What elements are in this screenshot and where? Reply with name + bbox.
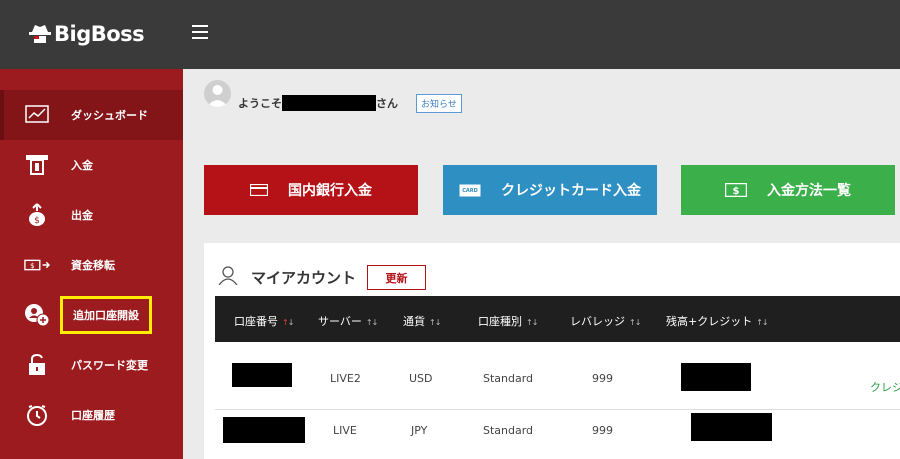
deposit-methods-label: 入金方法一覧 <box>767 183 851 199</box>
sort-icon: ↑↓ <box>526 318 538 327</box>
sidebar-item-deposit[interactable]: 入金 <box>0 140 183 190</box>
welcome-prefix: ようこそ <box>238 97 282 110</box>
cell-leverage: 999 <box>592 372 613 385</box>
avatar <box>204 80 231 107</box>
credit-card-icon: CARD <box>459 184 481 197</box>
column-header-currency[interactable]: 通貨 ↑↓ <box>403 313 441 329</box>
bank-card-icon <box>250 184 268 196</box>
sort-icon: ↑↓ <box>756 318 768 327</box>
sidebar-item-add-account[interactable]: 追加口座開設 <box>0 290 183 340</box>
cell-currency: USD <box>409 372 433 385</box>
sidebar-item-label: 追加口座開設 <box>60 296 152 334</box>
svg-text:$: $ <box>34 216 40 226</box>
logo-text: BigBoss <box>54 22 145 46</box>
sidebar-item-password[interactable]: パスワード変更 <box>0 340 183 390</box>
column-header-balance-credit[interactable]: 残高+クレジット ↑↓ <box>666 313 769 329</box>
add-user-icon <box>24 303 50 327</box>
clock-history-icon <box>24 403 50 427</box>
sidebar-item-history[interactable]: 口座履歴 <box>0 390 183 440</box>
column-header-account-number[interactable]: 口座番号 ↑↓ <box>234 313 294 329</box>
sidebar-item-label: パスワード変更 <box>71 359 148 372</box>
welcome-suffix: さん <box>376 97 398 110</box>
sidebar-item-label: 口座履歴 <box>71 409 115 422</box>
sidebar-item-label: 出金 <box>71 209 93 222</box>
column-header-account-type[interactable]: 口座種別 ↑↓ <box>478 313 538 329</box>
user-outline-icon <box>218 265 238 289</box>
svg-text:CARD: CARD <box>462 188 478 194</box>
sidebar-item-label: ダッシュボード <box>71 109 148 122</box>
redacted-balance <box>681 363 751 391</box>
chart-monitor-icon <box>24 103 50 127</box>
bank-deposit-label: 国内銀行入金 <box>288 183 372 199</box>
column-header-server[interactable]: サーバー ↑↓ <box>318 313 378 329</box>
sidebar: ダッシュボード 入金 $ 出金 $ 資金移転 追加口座開設 パスワード変更 口座 <box>0 69 183 459</box>
redacted-account-number <box>232 363 292 387</box>
unlock-icon <box>24 353 50 377</box>
logo[interactable]: BigBoss <box>28 18 145 50</box>
redacted-username <box>282 95 376 111</box>
sidebar-item-dashboard[interactable]: ダッシュボード <box>0 90 183 140</box>
notice-button[interactable]: お知らせ <box>416 94 462 113</box>
column-header-leverage[interactable]: レバレッジ ↑↓ <box>570 313 641 329</box>
top-bar: BigBoss <box>0 0 900 69</box>
cell-server: LIVE <box>333 424 357 437</box>
deposit-methods-button[interactable]: $ 入金方法一覧 <box>681 165 895 215</box>
bank-deposit-button[interactable]: 国内銀行入金 <box>204 165 418 215</box>
sidebar-item-label: 資金移転 <box>71 259 115 272</box>
credit-card-deposit-label: クレジットカード入金 <box>501 183 641 199</box>
cell-account-type: Standard <box>483 372 534 385</box>
cell-server: LIVE2 <box>330 372 361 385</box>
hat-logo-icon <box>29 25 51 43</box>
accounts-table-header: 口座番号 ↑↓ サーバー ↑↓ 通貨 ↑↓ 口座種別 ↑↓ レバレッジ ↑↓ 残高+クレジ… <box>215 296 900 342</box>
sidebar-item-label: 入金 <box>71 159 93 172</box>
my-account-title: マイアカウント <box>251 269 357 287</box>
redacted-account-number <box>223 417 305 443</box>
cash-icon: $ <box>725 183 747 197</box>
sidebar-item-transfer[interactable]: $ 資金移転 <box>0 240 183 290</box>
my-account-panel: マイアカウント 更新 口座番号 ↑↓ サーバー ↑↓ 通貨 ↑↓ 口座種別 ↑↓ レバレ… <box>204 243 900 459</box>
sort-icon: ↑↓ <box>429 318 441 327</box>
credit-link[interactable]: クレジ <box>870 379 900 395</box>
cell-leverage: 999 <box>592 424 613 437</box>
money-transfer-icon: $ <box>24 253 50 277</box>
money-bag-withdraw-icon: $ <box>24 203 50 227</box>
table-row[interactable]: LIVE JPY Standard 999 <box>215 411 900 459</box>
welcome-message: ようこそ さん <box>238 95 398 111</box>
cell-account-type: Standard <box>483 424 534 437</box>
refresh-button[interactable]: 更新 <box>367 265 426 290</box>
redacted-balance <box>691 413 772 441</box>
atm-deposit-icon <box>24 153 50 177</box>
credit-card-deposit-button[interactable]: CARD クレジットカード入金 <box>443 165 657 215</box>
menu-toggle-icon[interactable] <box>192 25 208 39</box>
svg-text:$: $ <box>733 186 740 197</box>
sort-icon: ↑↓ <box>365 318 378 327</box>
sidebar-item-withdraw[interactable]: $ 出金 <box>0 190 183 240</box>
cell-currency: JPY <box>411 424 428 437</box>
sort-icon: ↑↓ <box>629 318 641 327</box>
svg-text:$: $ <box>30 261 35 270</box>
table-row[interactable]: LIVE2 USD Standard 999 クレジ <box>215 343 900 410</box>
sort-icon: ↑↓ <box>282 318 294 327</box>
